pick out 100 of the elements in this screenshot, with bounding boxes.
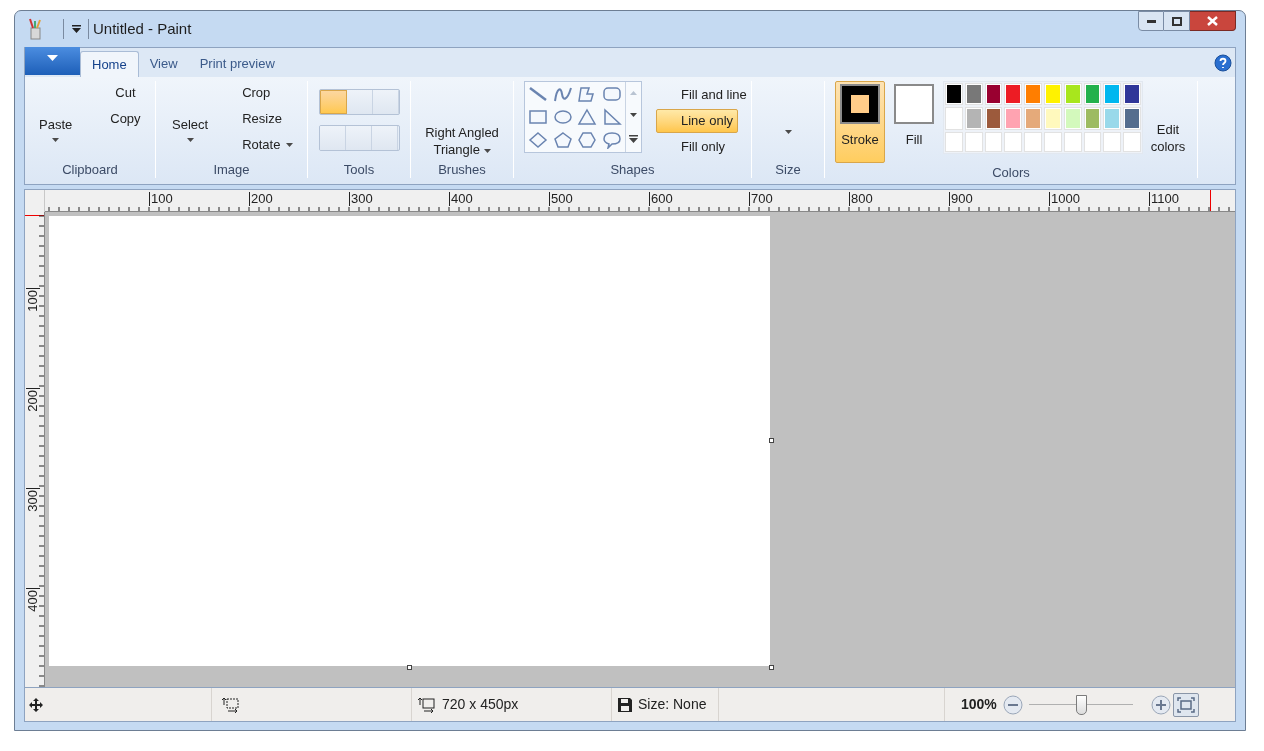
fit-window-icon: [1177, 696, 1195, 713]
shape-style-option[interactable]: Fill only: [656, 135, 738, 159]
zoom-slider[interactable]: [1029, 694, 1133, 715]
stroke-color-button[interactable]: Stroke: [835, 81, 885, 163]
minus-icon: [1003, 694, 1023, 715]
ruler-label: 200: [26, 388, 40, 416]
maximize-button[interactable]: [1164, 11, 1190, 31]
shape-button[interactable]: [528, 85, 548, 103]
palette-swatch[interactable]: [1123, 107, 1141, 130]
palette-swatch[interactable]: [945, 83, 963, 106]
ribbon-tab[interactable]: Print preview: [188, 51, 286, 77]
ruler-label: 1000: [1049, 192, 1080, 206]
edit-colors-button[interactable]: Edit colors: [1145, 121, 1191, 155]
caret-icon: [186, 138, 194, 143]
palette-swatch[interactable]: [964, 83, 983, 106]
triangle-icon: [577, 108, 597, 126]
shape-button[interactable]: [528, 131, 548, 149]
rectangle-icon: [528, 108, 548, 126]
rotate-button[interactable]: Rotate: [238, 135, 298, 155]
ruler-label: 400: [449, 192, 473, 206]
brushes-dropdown[interactable]: Right Angled Triangle: [417, 124, 507, 158]
shape-button[interactable]: [577, 131, 597, 149]
palette-swatch[interactable]: [1044, 83, 1062, 106]
palette-swatch[interactable]: [964, 107, 983, 130]
shape-button[interactable]: [552, 131, 573, 149]
palette-swatch[interactable]: [1083, 107, 1102, 130]
copy-button[interactable]: Copy: [106, 109, 145, 129]
tool-button[interactable]: [346, 90, 373, 114]
group-label: Image: [213, 161, 250, 179]
caret-icon: [784, 129, 792, 134]
file-size: Size: None: [638, 695, 707, 714]
fill-color-button[interactable]: Fill: [889, 81, 939, 163]
palette-swatch[interactable]: [1044, 107, 1062, 130]
palette-swatch[interactable]: [945, 107, 963, 130]
fit-to-window-button[interactable]: [1173, 692, 1199, 717]
group-label: Brushes: [438, 161, 486, 179]
right-triangle-icon: [601, 108, 622, 126]
resize-handle[interactable]: [769, 665, 774, 670]
hexagon-icon: [577, 131, 597, 149]
group-label: Shapes: [610, 161, 655, 179]
polygon-icon: [577, 85, 597, 103]
palette-swatch[interactable]: [1004, 107, 1023, 130]
shape-button[interactable]: [552, 85, 573, 103]
resize-handle[interactable]: [407, 665, 412, 670]
move-cursor-icon: [29, 697, 43, 712]
palette-swatch[interactable]: [1103, 107, 1122, 130]
minimize-button[interactable]: [1138, 11, 1164, 31]
ribbon-tab[interactable]: View: [138, 51, 189, 77]
application-menu-button[interactable]: [25, 47, 80, 75]
ruler-label: 500: [549, 192, 573, 206]
curve-icon: [552, 85, 573, 103]
ruler-label: 300: [349, 192, 373, 206]
canvas-size-icon: [418, 696, 436, 713]
speech-bubble-icon: [601, 131, 622, 149]
palette-swatch[interactable]: [1004, 83, 1023, 106]
palette-swatch[interactable]: [984, 107, 1003, 130]
shape-style-option[interactable]: Fill and line: [656, 83, 752, 107]
group-label: Tools: [343, 161, 375, 179]
paste-button[interactable]: Paste: [39, 114, 73, 143]
ruler-label: 200: [249, 192, 273, 206]
caret-icon: [52, 138, 60, 143]
plus-icon: [1151, 694, 1171, 715]
resize-handle[interactable]: [769, 438, 774, 443]
line-icon: [528, 85, 548, 103]
palette-swatch[interactable]: [1103, 83, 1122, 106]
tool-button[interactable]: [319, 90, 347, 114]
shape-button[interactable]: [528, 108, 548, 126]
shape-button[interactable]: [577, 85, 597, 103]
zoom-out-button[interactable]: [1003, 694, 1023, 715]
ruler-label: 100: [26, 288, 40, 316]
ribbon-tab[interactable]: Home: [80, 51, 139, 77]
scroll-up-icon: [630, 91, 637, 95]
palette-swatch[interactable]: [1024, 107, 1042, 130]
shape-button[interactable]: [601, 85, 622, 103]
shape-button[interactable]: [601, 131, 622, 149]
tool-button[interactable]: [319, 126, 346, 150]
select-button[interactable]: Select: [172, 114, 209, 143]
zoom-in-button[interactable]: [1151, 694, 1171, 715]
ruler-label: 300: [26, 488, 40, 516]
shape-style-option[interactable]: Line only: [656, 109, 739, 133]
cut-button[interactable]: Cut: [106, 83, 145, 103]
palette-swatch[interactable]: [1063, 107, 1082, 130]
resize-button[interactable]: Resize: [238, 109, 286, 129]
palette-swatch[interactable]: [1063, 83, 1082, 106]
paint-brushes-icon: [27, 18, 43, 40]
group-label: Clipboard: [62, 161, 118, 179]
gallery-expand-icon: [629, 135, 638, 143]
ruler-label: 700: [749, 192, 773, 206]
crop-button[interactable]: Crop: [238, 83, 275, 103]
palette-swatch[interactable]: [1083, 83, 1102, 106]
shape-button[interactable]: [577, 108, 597, 126]
caret-icon: [47, 55, 58, 61]
close-button[interactable]: [1190, 11, 1236, 31]
shape-button[interactable]: [552, 108, 573, 126]
dropdown-icon: [71, 25, 81, 33]
shape-button[interactable]: [601, 108, 622, 126]
slider-thumb[interactable]: [1076, 694, 1087, 715]
palette-swatch[interactable]: [1123, 83, 1141, 106]
palette-swatch[interactable]: [1024, 83, 1042, 106]
palette-swatch[interactable]: [984, 83, 1003, 106]
